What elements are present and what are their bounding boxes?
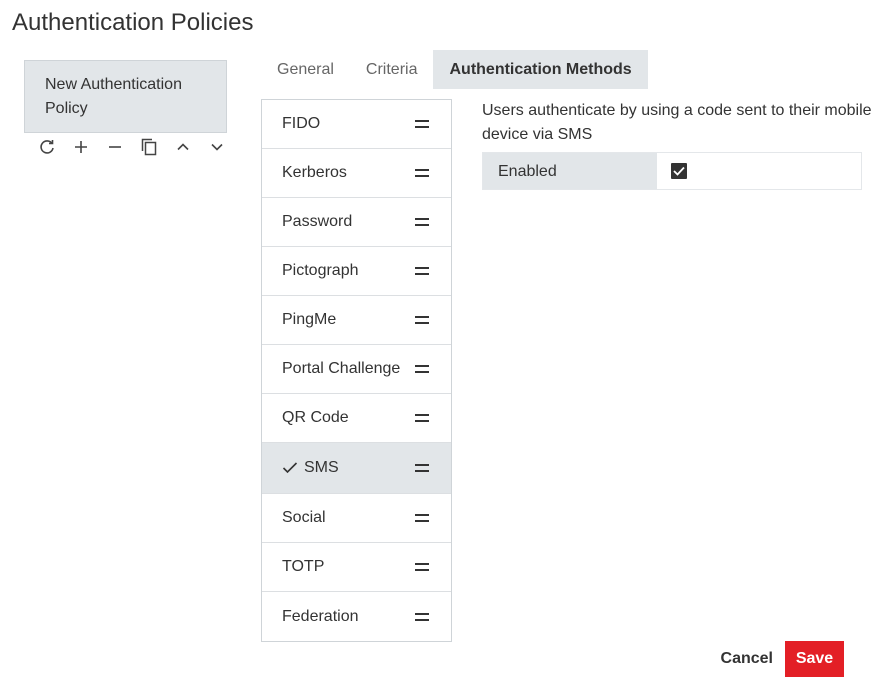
method-description: Users authenticate by using a code sent … bbox=[482, 102, 872, 143]
policy-item[interactable]: New Authentication Policy bbox=[24, 60, 227, 133]
enabled-value bbox=[657, 153, 861, 189]
drag-handle-icon[interactable] bbox=[415, 464, 429, 472]
method-item-social[interactable]: Social bbox=[262, 494, 451, 543]
policy-name: New Authentication Policy bbox=[45, 76, 182, 117]
method-label: SMS bbox=[304, 459, 339, 476]
drag-handle-icon[interactable] bbox=[415, 414, 429, 422]
method-label: Pictograph bbox=[282, 262, 359, 279]
method-item-pictograph[interactable]: Pictograph bbox=[262, 247, 451, 296]
method-item-portal-challenge[interactable]: Portal Challenge bbox=[262, 345, 451, 394]
enabled-setting-row: Enabled bbox=[482, 152, 862, 190]
method-item-kerberos[interactable]: Kerberos bbox=[262, 149, 451, 198]
drag-handle-icon[interactable] bbox=[415, 316, 429, 324]
method-item-federation[interactable]: Federation bbox=[262, 592, 451, 641]
method-label: PingMe bbox=[282, 311, 337, 328]
tab-bar: General Criteria Authentication Methods bbox=[261, 50, 648, 89]
method-label: Social bbox=[282, 509, 326, 526]
drag-handle-icon[interactable] bbox=[415, 514, 429, 522]
copy-icon[interactable] bbox=[132, 137, 166, 157]
method-label: Password bbox=[282, 213, 353, 230]
drag-handle-icon[interactable] bbox=[415, 267, 429, 275]
tab-general[interactable]: General bbox=[261, 50, 350, 89]
drag-handle-icon[interactable] bbox=[415, 612, 429, 621]
drag-handle-icon[interactable] bbox=[415, 120, 429, 128]
chevron-up-icon[interactable] bbox=[166, 137, 200, 157]
tab-criteria[interactable]: Criteria bbox=[350, 50, 434, 89]
drag-handle-icon[interactable] bbox=[415, 563, 429, 571]
drag-handle-icon[interactable] bbox=[415, 365, 429, 373]
tab-authentication-methods[interactable]: Authentication Methods bbox=[433, 50, 648, 89]
enabled-checkbox[interactable] bbox=[671, 163, 687, 179]
method-label: Portal Challenge bbox=[282, 360, 401, 377]
plus-icon[interactable] bbox=[64, 137, 98, 157]
method-label: QR Code bbox=[282, 409, 349, 426]
save-button[interactable]: Save bbox=[785, 641, 844, 677]
method-item-sms[interactable]: SMS bbox=[262, 443, 451, 494]
footer-actions: Cancel Save bbox=[721, 641, 844, 677]
method-item-totp[interactable]: TOTP bbox=[262, 543, 451, 592]
method-item-password[interactable]: Password bbox=[262, 198, 451, 247]
refresh-icon[interactable] bbox=[30, 137, 64, 157]
authentication-method-list: FIDO Kerberos Password Pictograph PingMe… bbox=[261, 99, 452, 642]
minus-icon[interactable] bbox=[98, 137, 132, 157]
chevron-down-icon[interactable] bbox=[200, 137, 234, 157]
drag-handle-icon[interactable] bbox=[415, 218, 429, 226]
method-item-pingme[interactable]: PingMe bbox=[262, 296, 451, 345]
policy-toolbar bbox=[30, 137, 234, 157]
method-label: Federation bbox=[282, 607, 359, 625]
method-item-fido[interactable]: FIDO bbox=[262, 100, 451, 149]
method-label: TOTP bbox=[282, 558, 325, 575]
enabled-label: Enabled bbox=[483, 153, 657, 189]
method-item-qr-code[interactable]: QR Code bbox=[262, 394, 451, 443]
drag-handle-icon[interactable] bbox=[415, 169, 429, 177]
checkmark-icon bbox=[282, 462, 298, 474]
page-title: Authentication Policies bbox=[12, 9, 254, 36]
cancel-button[interactable]: Cancel bbox=[721, 650, 773, 668]
method-label: FIDO bbox=[282, 115, 321, 132]
method-label: Kerberos bbox=[282, 164, 347, 181]
